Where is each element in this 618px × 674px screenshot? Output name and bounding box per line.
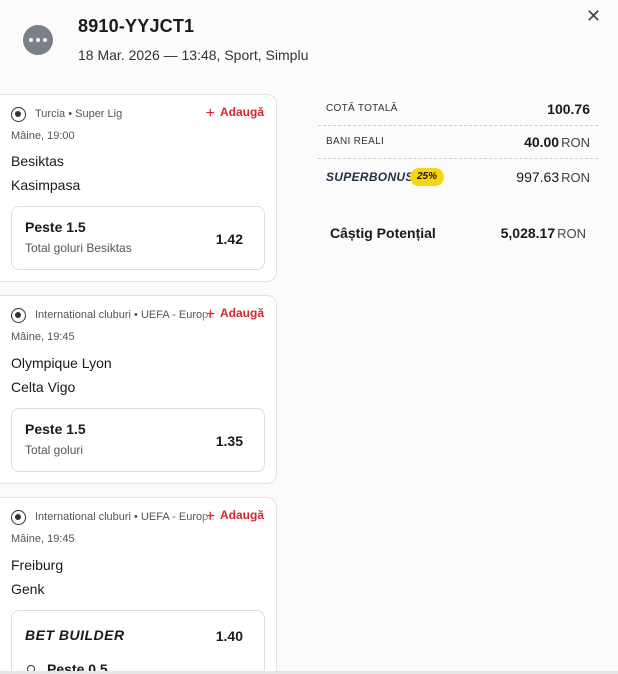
- event-time: Mâine, 19:45: [11, 533, 75, 545]
- more-dots-icon[interactable]: [23, 25, 53, 55]
- superbonus-label: SUPERBONUS: [326, 170, 414, 184]
- selection-market: Total goluri Besiktas: [25, 241, 132, 255]
- event-card: International cluburi • UEFA - Europa Le…: [0, 497, 277, 674]
- event-time: Mâine, 19:45: [11, 331, 75, 343]
- superbonus-amount: 997.63: [516, 169, 560, 185]
- plus-icon: +: [205, 105, 215, 122]
- bet-builder-odd: 1.40: [215, 628, 243, 644]
- selection-name: Peste 1.5: [25, 219, 86, 235]
- stake-value: 40.00 RON: [524, 134, 590, 150]
- home-team[interactable]: Freiburg: [11, 557, 63, 573]
- potential-win-amount: 5,028.17: [500, 225, 556, 241]
- bet-builder-title: BET BUILDER: [25, 627, 125, 643]
- plus-icon: +: [205, 508, 215, 525]
- stake-amount: 40.00: [524, 134, 560, 150]
- bet-builder-box[interactable]: BET BUILDER 1.40 Peste 0.5: [11, 610, 265, 674]
- selection-box[interactable]: Peste 1.5 Total goluri 1.35: [11, 408, 265, 472]
- ticket-header: 8910-YYJCT1 18 Mar. 2026 — 13:48, Sport,…: [0, 0, 618, 80]
- superbonus-value: 997.63 RON: [516, 169, 590, 185]
- away-team[interactable]: Celta Vigo: [11, 379, 75, 395]
- football-icon: [11, 307, 26, 323]
- event-time: Mâine, 19:00: [11, 130, 75, 142]
- total-odds-value: 100.76: [547, 101, 590, 117]
- add-label: Adaugă: [219, 508, 264, 522]
- football-icon: [11, 509, 26, 525]
- selection-box[interactable]: Peste 1.5 Total goluri Besiktas 1.42: [11, 206, 265, 270]
- away-team[interactable]: Genk: [11, 581, 44, 597]
- total-odds-row: COTĂ TOTALĂ 100.76: [318, 94, 598, 126]
- add-label: Adaugă: [219, 306, 264, 320]
- home-team[interactable]: Olympique Lyon: [11, 355, 112, 371]
- currency-label: RON: [561, 135, 590, 150]
- stake-label: BANI REALI: [326, 136, 385, 147]
- superbonus-badge: 25%: [410, 168, 444, 186]
- add-button[interactable]: + Adaugă: [202, 508, 264, 526]
- plus-icon: +: [205, 306, 215, 323]
- total-odds-label: COTĂ TOTALĂ: [326, 103, 398, 114]
- add-button[interactable]: + Adaugă: [202, 105, 264, 123]
- add-label: Adaugă: [219, 105, 264, 119]
- football-icon: [11, 106, 26, 122]
- selection-name: Peste 1.5: [25, 421, 86, 437]
- selection-odd: 1.35: [215, 433, 243, 449]
- ticket-subtitle: 18 Mar. 2026 — 13:48, Sport, Simplu: [78, 47, 309, 63]
- selection-odd: 1.42: [215, 231, 243, 247]
- selection-market: Total goluri: [25, 443, 84, 457]
- superbonus-row: SUPERBONUS 25% 997.63 RON: [318, 162, 598, 194]
- event-card: Turcia • Super Lig + Adaugă Mâine, 19:00 …: [0, 94, 277, 282]
- potential-win-value: 5,028.17 RON: [501, 225, 586, 241]
- close-icon[interactable]: ✕: [586, 6, 601, 27]
- league-label: Turcia • Super Lig: [35, 108, 123, 120]
- away-team[interactable]: Kasimpasa: [11, 177, 80, 193]
- stake-row: BANI REALI 40.00 RON: [318, 127, 598, 159]
- add-button[interactable]: + Adaugă: [202, 306, 264, 324]
- event-card: International cluburi • UEFA - Europa Le…: [0, 295, 277, 484]
- currency-label: RON: [561, 170, 590, 185]
- currency-label: RON: [557, 226, 586, 241]
- potential-win-label: Câștig Potențial: [330, 225, 436, 241]
- ticket-id: 8910-YYJCT1: [78, 16, 195, 36]
- home-team[interactable]: Besiktas: [11, 153, 64, 169]
